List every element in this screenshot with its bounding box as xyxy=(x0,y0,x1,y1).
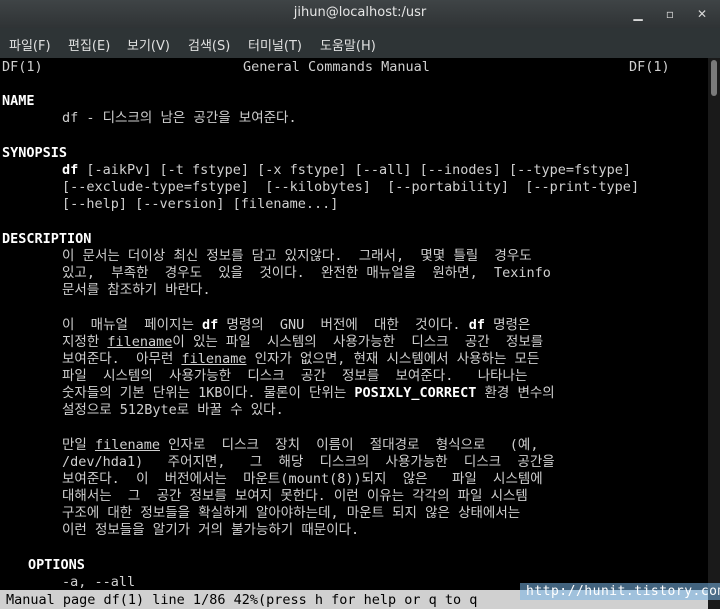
desc-p2-line5: 숫자들의 기본 단위는 1KB이다. 물론이 단위는 POSIXLY_CORRE… xyxy=(62,384,555,402)
desc-p1-line2: 있고, 부족한 경우도 있을 것이다. 완전한 매뉴얼을 원하면, Texinf… xyxy=(62,265,551,281)
synopsis-line3: [--help] [--version] [filename...] xyxy=(62,196,339,212)
desc-p3-line4: 대해서는 그 공간 정보를 보여지 못한다. 이런 이유는 각각의 파일 시스템 xyxy=(62,488,528,504)
menu-edit[interactable]: 편집(E) xyxy=(68,35,110,54)
menu-view[interactable]: 보기(V) xyxy=(127,35,170,54)
options-heading: OPTIONS xyxy=(28,557,85,573)
name-text: df - 디스크의 남은 공간을 보여준다. xyxy=(62,110,297,126)
desc-p3-line6: 이런 정보들을 알기가 거의 불가능하기 때문이다. xyxy=(62,522,360,538)
description-heading: DESCRIPTION xyxy=(2,231,92,247)
synopsis-line1: df [-aikPv] [-t fstype] [-x fstype] [--a… xyxy=(62,161,631,179)
desc-p1-line1: 이 문서는 더이상 최신 정보를 담고 있지않다. 그래서, 몇몇 틀릴 경우도 xyxy=(62,248,532,264)
window-title: jihun@localhost:/usr xyxy=(293,5,427,20)
minimize-icon[interactable]: ▁ xyxy=(628,4,648,24)
desc-p3-line2: /dev/hda1) 주어지면, 그 해당 디스크의 사용가능한 디스크 공간을 xyxy=(62,454,555,470)
text-span: 이 매뉴얼 페이지는 xyxy=(62,317,202,333)
text-span: 보여준다. 아무런 xyxy=(62,351,182,367)
name-heading: NAME xyxy=(2,93,35,109)
underlined-filename: filename xyxy=(94,437,160,453)
close-icon[interactable]: ✕ xyxy=(692,4,712,24)
maximize-icon[interactable]: ▫ xyxy=(660,4,680,24)
synopsis-line2: [--exclude-type=fstype] [--kilobytes] [-… xyxy=(62,179,640,195)
title-bar[interactable]: jihun@localhost:/usr ▁ ▫ ✕ xyxy=(0,0,720,28)
desc-p2-line1: 이 매뉴얼 페이지는 df 명령의 GNU 버전에 대한 것이다. df 명령은 xyxy=(62,316,530,334)
text-span: 숫자들의 기본 단위는 1KB이다. 물론이 단위는 xyxy=(62,385,355,401)
text-span: 만일 xyxy=(62,437,95,453)
man-header-right: DF(1) xyxy=(629,59,670,75)
watermark: http://hunit.tistory.com xyxy=(520,583,720,600)
synopsis-heading: SYNOPSIS xyxy=(2,145,68,161)
pager-status-text: Manual page df(1) line 1/86 42%(press h … xyxy=(6,592,478,608)
scrollbar[interactable] xyxy=(708,58,720,609)
terminal-content[interactable]: DF(1) General Commands Manual DF(1) NAME… xyxy=(0,58,708,609)
desc-p2-line6: 설정으로 512Byte로 바꿀 수 있다. xyxy=(62,402,284,418)
menu-file[interactable]: 파일(F) xyxy=(9,35,51,54)
desc-p1-line3: 문서를 참조하기 바란다. xyxy=(62,282,211,298)
bold-df: df xyxy=(202,317,219,333)
text-span: 지정한 xyxy=(62,334,108,350)
underlined-filename: filename xyxy=(107,334,173,350)
synopsis-command: df xyxy=(62,162,79,178)
menu-search[interactable]: 검색(S) xyxy=(188,35,230,54)
text-span: 이 있는 파일 시스템의 사용가능한 디스크 공간 정보를 xyxy=(172,334,544,350)
scrollbar-thumb[interactable] xyxy=(711,60,717,96)
text-span: 인자로 디스크 장치 이름이 절대경로 형식으로 (예, xyxy=(160,437,539,453)
synopsis-args: [-aikPv] [-t fstype] [-x fstype] [--all]… xyxy=(78,162,631,178)
desc-p2-line4: 파일 시스템의 사용가능한 디스크 공간 정보를 보여준다. 나타나는 xyxy=(62,368,528,384)
text-span: 명령의 GNU 버전에 대한 것이다. xyxy=(218,317,469,333)
menu-help[interactable]: 도움말(H) xyxy=(320,35,376,54)
desc-p3-line1: 만일 filename 인자로 디스크 장치 이름이 절대경로 형식으로 (예, xyxy=(62,436,538,454)
text-span: 명령은 xyxy=(484,317,531,333)
desc-p3-line5: 구조에 대한 정보들을 확실하게 알아야하는데, 마운트 되지 않은 상태에서는 xyxy=(62,505,521,521)
desc-p3-line3: 보여준다. 이 버전에서는 마운트(mount(8))되지 않은 파일 시스템에 xyxy=(62,471,543,487)
text-span: 인자가 없으면, 현재 시스템에서 사용하는 모든 xyxy=(246,351,540,367)
bold-env-var: POSIXLY_CORRECT xyxy=(354,385,477,401)
options-line1: -a, --all xyxy=(62,574,136,590)
menu-bar: 파일(F) 편집(E) 보기(V) 검색(S) 터미널(T) 도움말(H) xyxy=(0,28,720,59)
man-header-center: General Commands Manual xyxy=(243,59,430,75)
bold-df: df xyxy=(468,317,485,333)
terminal-window: jihun@localhost:/usr ▁ ▫ ✕ 파일(F) 편집(E) 보… xyxy=(0,0,720,609)
desc-p2-line2: 지정한 filename이 있는 파일 시스템의 사용가능한 디스크 공간 정보… xyxy=(62,333,543,351)
text-span: 환경 변수의 xyxy=(476,385,555,401)
desc-p2-line3: 보여준다. 아무런 filename 인자가 없으면, 현재 시스템에서 사용하… xyxy=(62,350,539,368)
man-header-left: DF(1) xyxy=(2,59,43,75)
menu-terminal[interactable]: 터미널(T) xyxy=(248,35,302,54)
underlined-filename: filename xyxy=(181,351,247,367)
